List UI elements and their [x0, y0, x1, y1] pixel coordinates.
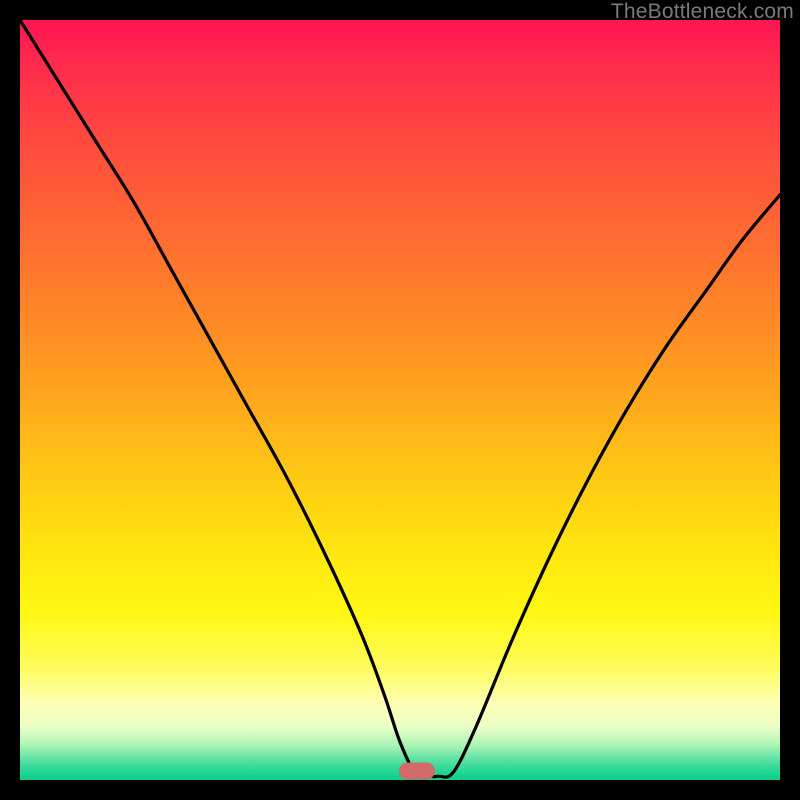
plot-area [20, 20, 780, 780]
bottleneck-curve [20, 20, 780, 780]
chart-frame: TheBottleneck.com [0, 0, 800, 800]
minimum-marker [399, 763, 435, 780]
